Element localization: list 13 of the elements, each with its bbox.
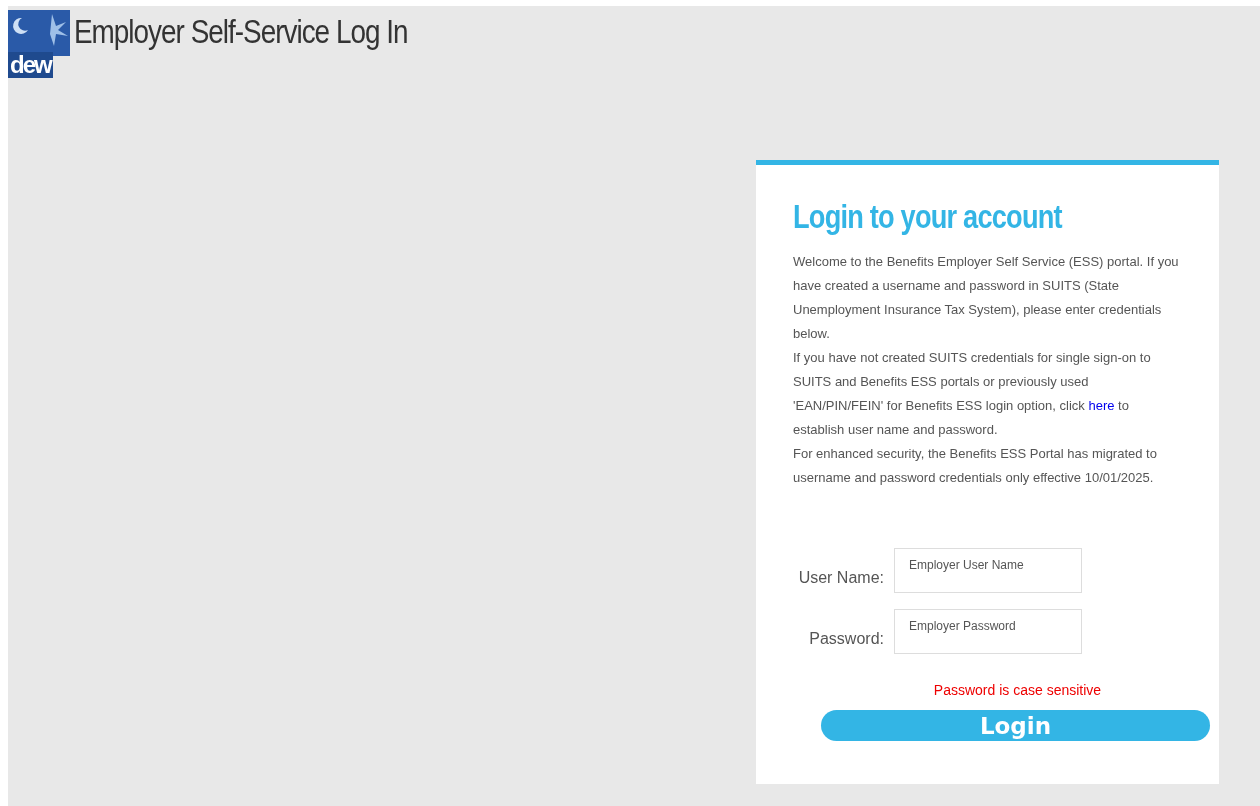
case-sensitive-note: Password is case sensitive: [932, 682, 1103, 698]
info-paragraph: If you have not created SUITS credentials for single sign-on to SUITS and Benefits ESS portals or previously used 'EAN/PIN/FEIN' for Benefits ESS login option, click here to establish user name and password.: [793, 349, 1152, 439]
here-link[interactable]: here: [1088, 398, 1115, 413]
page-title: Employer Self-Service Log In: [74, 12, 408, 51]
input-field[interactable]: Employer Password: [894, 609, 1082, 654]
input-field[interactable]: Employer User Name: [894, 548, 1082, 593]
info-paragraph: For enhanced security, the Benefits ESS Portal has migrated to username and password credentials only effective 10/01/2025.: [793, 445, 1158, 487]
field-label: User Name:: [797, 568, 884, 587]
info-paragraph: Welcome to the Benefits Employer Self Service (ESS) portal. If you have created a username and password in SUITS (State Unemployment Insurance Tax System), please enter credentials below.: [793, 253, 1180, 343]
logo-text: dew: [8, 52, 53, 78]
card-heading: Login to your account: [793, 197, 1064, 236]
palmetto-logo-icon: [8, 10, 70, 56]
field-label: Password:: [808, 629, 884, 648]
